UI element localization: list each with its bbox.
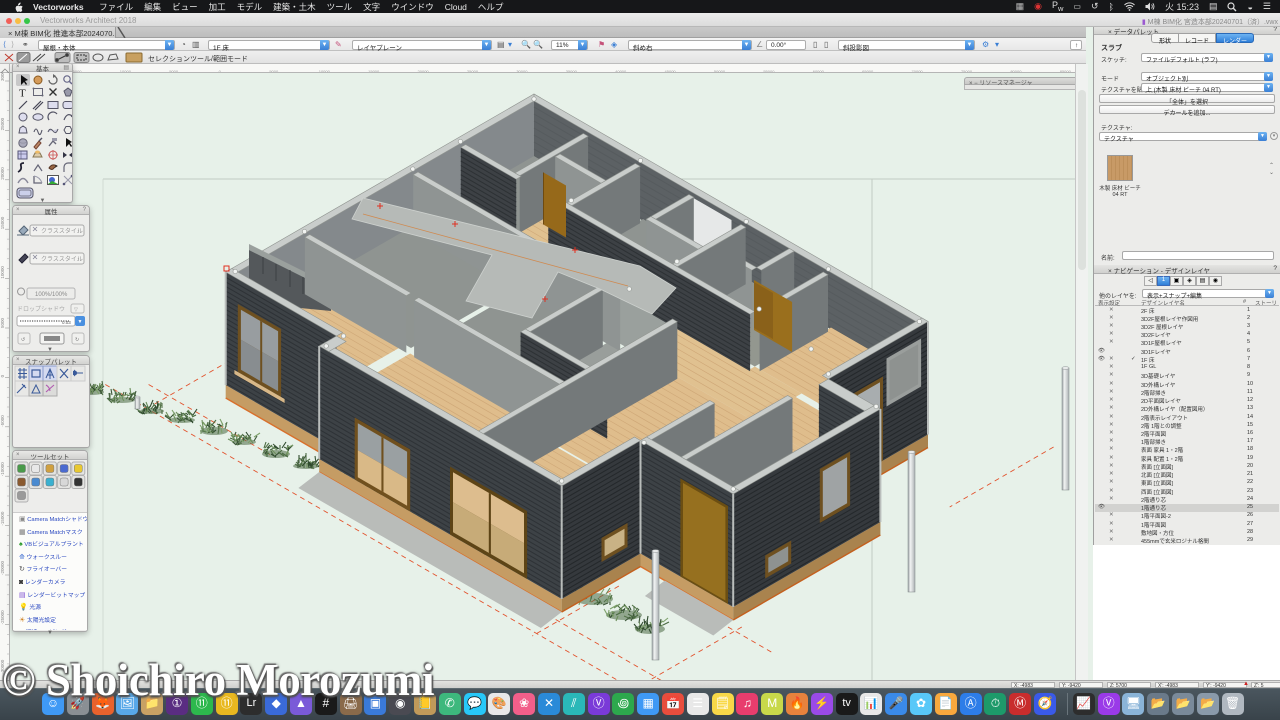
svg-text:-35000: -35000 <box>564 69 577 73</box>
svg-text:T: T <box>19 88 26 100</box>
svg-text:-10000: -10000 <box>0 462 5 477</box>
svg-text:30000: 30000 <box>0 73 5 81</box>
svg-text:-10000: -10000 <box>317 69 330 73</box>
svg-text:↕: ↕ <box>77 229 80 235</box>
svg-text:5000: 5000 <box>169 69 179 73</box>
svg-text:-15000: -15000 <box>367 69 380 73</box>
svg-text:20000: 20000 <box>0 167 5 180</box>
svg-text:10000: 10000 <box>0 266 5 279</box>
svg-text:↕: ↕ <box>77 257 80 263</box>
svg-text:25000: 25000 <box>0 117 5 130</box>
svg-text:-20000: -20000 <box>0 560 5 575</box>
svg-text:-50000: -50000 <box>713 69 726 73</box>
svg-text:-45000: -45000 <box>663 69 676 73</box>
svg-text:▼: ▼ <box>78 319 83 325</box>
svg-text:▽: ▽ <box>74 307 78 313</box>
svg-text:0.03: 0.03 <box>62 320 71 325</box>
svg-text:ドロップシャドウ: ドロップシャドウ <box>17 305 65 313</box>
svg-text:-70000: -70000 <box>910 69 923 73</box>
svg-text:-65000: -65000 <box>861 69 874 73</box>
svg-text:-40000: -40000 <box>614 69 627 73</box>
svg-text:-15000: -15000 <box>0 511 5 526</box>
svg-text:-5000: -5000 <box>0 415 5 427</box>
svg-text:-20000: -20000 <box>416 69 429 73</box>
svg-text:↻: ↻ <box>75 337 79 343</box>
svg-text:-60000: -60000 <box>811 69 824 73</box>
svg-text:100%/100%: 100%/100% <box>35 292 68 298</box>
svg-text:-25000: -25000 <box>466 69 479 73</box>
svg-text:-25000: -25000 <box>0 610 5 625</box>
svg-text:0: 0 <box>219 69 222 73</box>
svg-text:-5000: -5000 <box>268 69 279 73</box>
svg-text:-80000: -80000 <box>1009 69 1022 73</box>
svg-text:15000: 15000 <box>0 216 5 229</box>
svg-text:-30000: -30000 <box>515 69 528 73</box>
svg-text:-75000: -75000 <box>960 69 973 73</box>
svg-text:▼: ▼ <box>47 347 53 351</box>
svg-text:0: 0 <box>0 374 5 377</box>
svg-text:10000: 10000 <box>120 69 132 73</box>
svg-text:↺: ↺ <box>21 337 25 343</box>
svg-text:5000: 5000 <box>0 317 5 328</box>
svg-text:-85000: -85000 <box>1058 69 1071 73</box>
svg-text:-55000: -55000 <box>762 69 775 73</box>
